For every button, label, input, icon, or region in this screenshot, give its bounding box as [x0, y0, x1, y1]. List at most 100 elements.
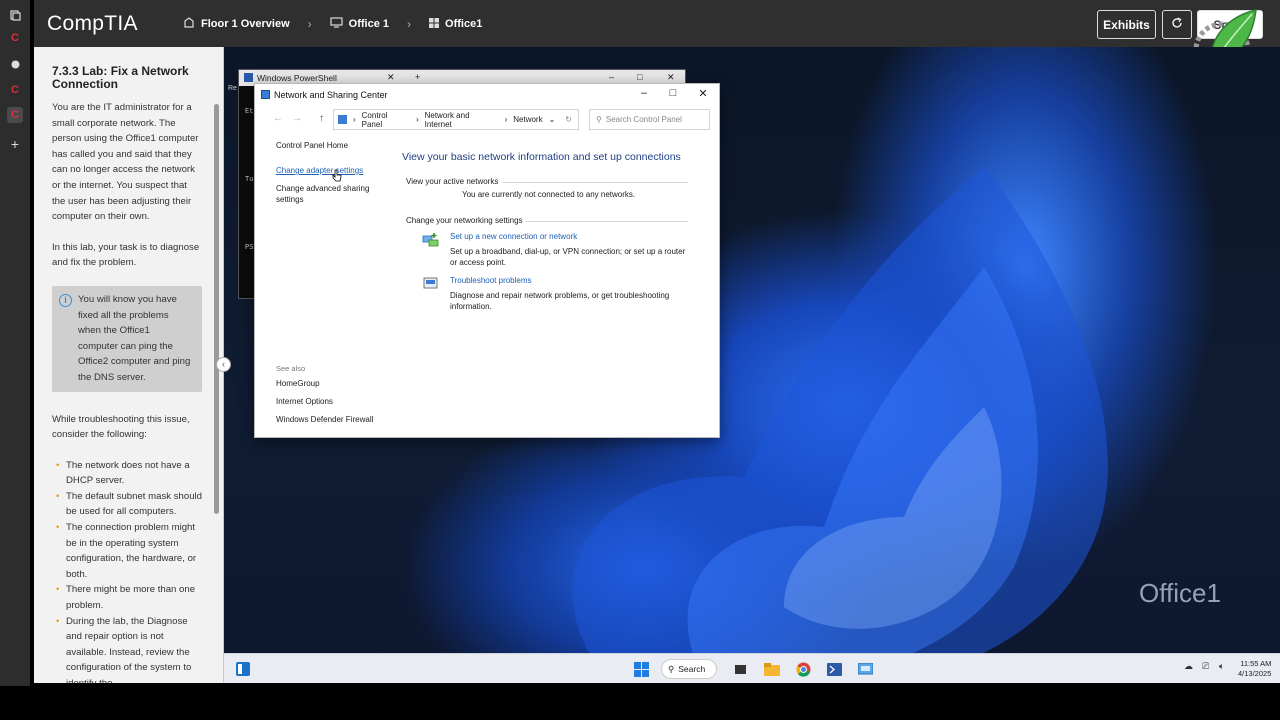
- note-text: You will know you have fixed all the pro…: [78, 293, 191, 383]
- network-center-taskbar-icon[interactable]: [856, 660, 874, 678]
- close-icon[interactable]: ✕: [667, 72, 675, 83]
- search-label: Search: [678, 664, 706, 674]
- network-center-icon: [261, 90, 270, 99]
- homegroup-link[interactable]: HomeGroup: [276, 378, 386, 389]
- chevron-left-icon: ‹: [222, 359, 225, 369]
- search-control-panel-input[interactable]: ⚲ Search Control Panel: [589, 109, 710, 130]
- section-networking-settings: Change your networking settings: [406, 216, 692, 225]
- troubleshoot-icon: [423, 277, 438, 289]
- refresh-icon[interactable]: ↻: [565, 115, 572, 124]
- refresh-button[interactable]: [1162, 10, 1192, 39]
- maximize-icon[interactable]: □: [637, 72, 642, 82]
- powershell-title: Windows PowerShell: [257, 73, 337, 83]
- windows-icon: [429, 17, 440, 31]
- panel-scrollbar[interactable]: [214, 104, 219, 514]
- clock-time: 11:55 AM: [1240, 659, 1272, 668]
- plus-icon[interactable]: +: [7, 136, 23, 152]
- comptia-logo: CompTIA: [47, 11, 138, 35]
- breadcrumb-label: Floor 1 Overview: [201, 17, 290, 30]
- up-arrow-icon[interactable]: ↑: [319, 113, 324, 124]
- desktop-text-fragment: Re: [228, 85, 237, 92]
- comptia-c-icon[interactable]: C: [7, 82, 23, 98]
- address-segment[interactable]: Control Panel: [362, 111, 410, 129]
- building-icon: [184, 16, 195, 31]
- breadcrumb-label: Office 1: [348, 17, 390, 30]
- instructions-panel: 7.3.3 Lab: Fix a Network Connection You …: [34, 47, 224, 683]
- address-segment[interactable]: Network: [513, 115, 542, 124]
- internet-options-link[interactable]: Internet Options: [276, 396, 386, 407]
- taskbar: ⚲ Search ☁ ⎚ 🔈︎ 11:55 AM 4/13/2025: [224, 653, 1280, 683]
- page-heading: View your basic network information and …: [402, 151, 681, 163]
- considerations-list: The network does not have a DHCP server.…: [52, 458, 202, 683]
- breadcrumb-label: Office1: [445, 17, 483, 30]
- chevron-right-icon: ›: [352, 115, 356, 124]
- main-content: View your basic network information and …: [402, 151, 692, 312]
- volume-icon[interactable]: 🔈︎: [1219, 661, 1224, 672]
- taskbar-search[interactable]: ⚲ Search: [661, 659, 717, 679]
- task-description: Diagnose and repair network problems, or…: [450, 291, 670, 311]
- copy-icon[interactable]: [7, 7, 23, 23]
- chevron-right-icon: ›: [307, 16, 312, 31]
- change-advanced-sharing-link[interactable]: Change advanced sharing settings: [276, 183, 386, 205]
- comptia-c-icon[interactable]: C: [7, 107, 23, 123]
- new-tab-icon[interactable]: +: [415, 72, 420, 82]
- search-placeholder: Search Control Panel: [605, 115, 682, 124]
- onedrive-icon[interactable]: ☁: [1184, 661, 1193, 672]
- window-title: Network and Sharing Center: [274, 90, 388, 100]
- minimize-icon[interactable]: –: [635, 87, 653, 99]
- maximize-icon[interactable]: □: [664, 87, 682, 99]
- exhibits-button[interactable]: Exhibits: [1097, 10, 1156, 39]
- widgets-icon[interactable]: [234, 660, 252, 678]
- refresh-icon: [1171, 17, 1183, 32]
- minimize-icon[interactable]: –: [609, 72, 614, 82]
- firewall-link[interactable]: Windows Defender Firewall: [276, 414, 386, 425]
- task-troubleshoot: Troubleshoot problems Diagnose and repai…: [402, 276, 692, 312]
- top-bar: CompTIA Floor 1 Overview › Office 1 › Of…: [34, 0, 1280, 47]
- address-row: ← → ↑ › Control Panel › Network and Inte…: [255, 108, 721, 132]
- back-arrow-icon[interactable]: ←: [273, 113, 283, 124]
- start-windows-icon[interactable]: [632, 660, 650, 678]
- list-item: The default subnet mask should be used f…: [56, 489, 202, 520]
- file-explorer-icon[interactable]: [763, 660, 781, 678]
- troubleshoot-problems-link[interactable]: Troubleshoot problems: [450, 276, 692, 285]
- breadcrumb-computer[interactable]: Office1: [429, 17, 482, 31]
- section-active-networks: View your active networks: [406, 177, 692, 186]
- bottom-letterbox: [0, 686, 1280, 720]
- breadcrumb-floor[interactable]: Floor 1 Overview: [184, 16, 290, 31]
- address-bar[interactable]: › Control Panel › Network and Internet ›…: [333, 109, 579, 130]
- network-connection-icon: [422, 233, 439, 247]
- task-new-connection: Set up a new connection or network Set u…: [402, 232, 692, 268]
- close-icon[interactable]: ✕: [694, 87, 712, 100]
- mouse-cursor-icon: [332, 169, 342, 182]
- breadcrumb-office[interactable]: Office 1: [330, 16, 390, 31]
- divider: [526, 221, 688, 222]
- chevron-down-icon[interactable]: ⌄: [549, 115, 556, 124]
- clock-date: 4/13/2025: [1238, 669, 1272, 678]
- control-panel-home-link[interactable]: Control Panel Home: [276, 140, 386, 151]
- close-tab-icon[interactable]: ✕: [387, 72, 395, 83]
- computer-name-label: Office1: [1139, 578, 1221, 608]
- circle-icon[interactable]: [7, 56, 23, 72]
- chevron-right-icon: ›: [415, 115, 419, 124]
- network-sharing-center-window[interactable]: Network and Sharing Center – □ ✕ ← → ↑ ›…: [254, 83, 720, 438]
- address-segment[interactable]: Network and Internet: [425, 111, 499, 129]
- task-view-icon[interactable]: [731, 660, 749, 678]
- chrome-icon[interactable]: [794, 660, 812, 678]
- section-label: View your active networks: [406, 177, 499, 186]
- info-note: i You will know you have fixed all the p…: [52, 285, 202, 392]
- see-also-label: See also: [276, 364, 306, 373]
- lab-task: In this lab, your task is to diagnose an…: [52, 241, 200, 269]
- task-description: Set up a broadband, dial-up, or VPN conn…: [450, 247, 686, 267]
- comptia-c-icon[interactable]: C: [7, 30, 23, 46]
- window-titlebar[interactable]: Network and Sharing Center – □ ✕: [255, 84, 719, 106]
- list-item: The connection problem might be in the o…: [56, 520, 202, 582]
- change-adapter-settings-link[interactable]: Change adapter settings: [276, 165, 386, 176]
- network-status-icon[interactable]: ⎚: [1202, 661, 1209, 672]
- setup-connection-link[interactable]: Set up a new connection or network: [450, 232, 692, 241]
- forward-arrow-icon[interactable]: →: [292, 113, 302, 124]
- system-clock[interactable]: 11:55 AM 4/13/2025: [1238, 659, 1271, 679]
- search-icon: ⚲: [668, 663, 675, 674]
- powershell-taskbar-icon[interactable]: [825, 660, 843, 678]
- collapse-panel-button[interactable]: ‹: [216, 357, 231, 372]
- search-icon: ⚲: [596, 115, 602, 124]
